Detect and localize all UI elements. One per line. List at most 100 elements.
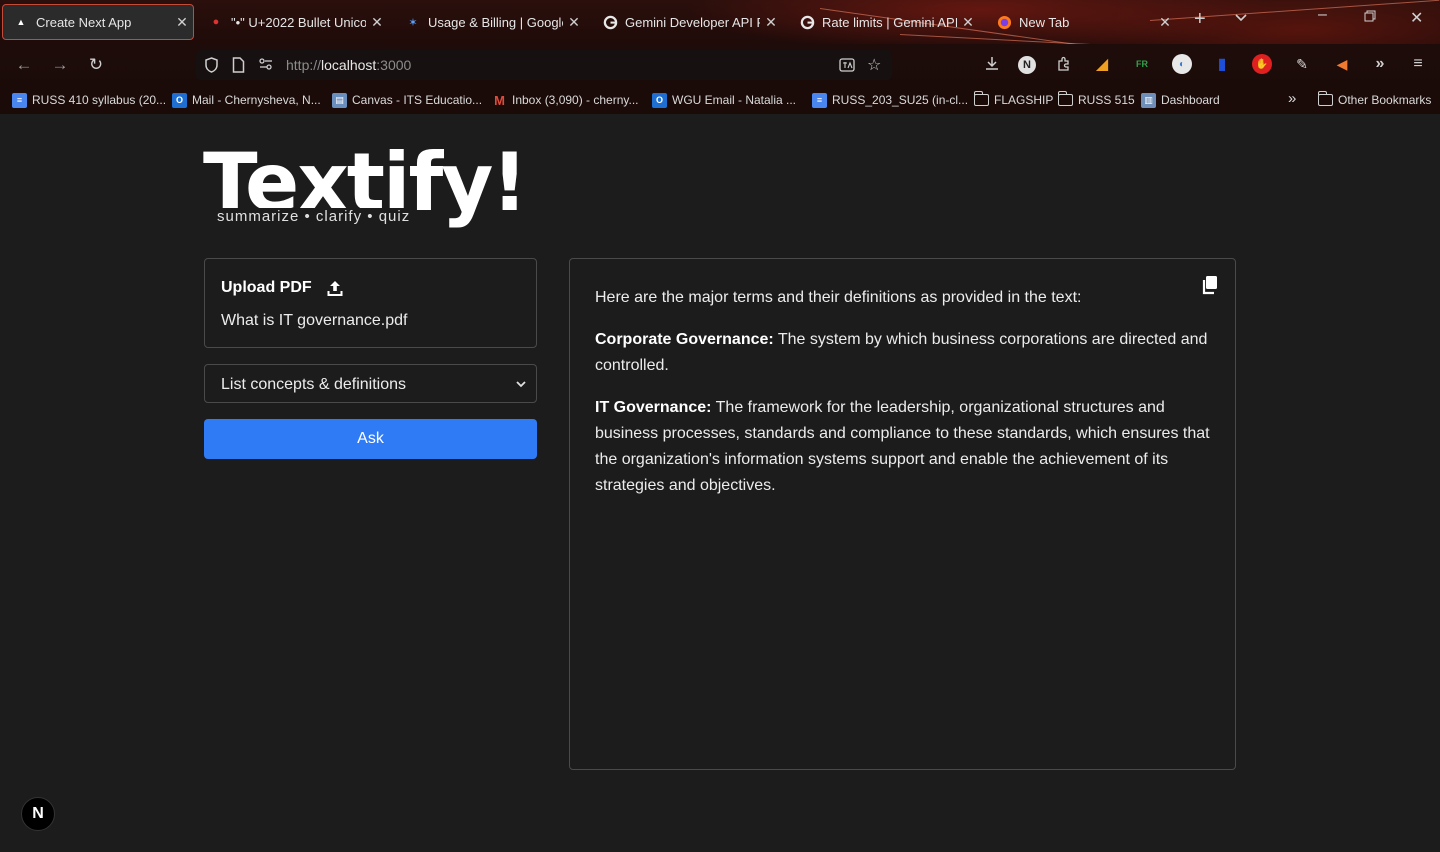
url-text[interactable]: http://localhost:3000 (286, 57, 411, 73)
bookmark-label: WGU Email - Natalia ... (672, 93, 797, 107)
bookmark-label: RUSS 410 syllabus (20... (32, 93, 167, 107)
bookmark-star-icon[interactable]: ☆ (867, 55, 881, 75)
bookmark-label: Mail - Chernysheva, N... (192, 93, 321, 107)
bookmarks-toolbar: ≡ RUSS 410 syllabus (20... O Mail - Cher… (0, 86, 1440, 114)
upload-pdf-button[interactable]: Upload PDF (221, 279, 344, 297)
textify-logo: Textify! summarize • clarify • quiz (203, 140, 528, 230)
bookmark-label: RUSS_203_SU25 (in-cl... (832, 93, 969, 107)
bookmark-canvas[interactable]: ▤ Canvas - ITS Educatio... (332, 91, 482, 109)
output-panel: Here are the major terms and their defin… (569, 258, 1236, 770)
tab-rate-limits[interactable]: Rate limits | Gemini API ✕ (789, 4, 979, 40)
bookmark-extension-icon[interactable]: ▮ (1212, 54, 1232, 74)
stop-extension-icon[interactable]: ✋ (1252, 54, 1272, 74)
close-tab-icon[interactable]: ✕ (563, 14, 585, 31)
tab-title: Usage & Billing | Google A (428, 14, 563, 30)
chevron-down-icon (516, 381, 526, 388)
bookmark-label: Other Bookmarks (1338, 93, 1432, 107)
more-bookmarks-chevron-icon[interactable]: » (1288, 89, 1296, 107)
definition-item: Corporate Governance: The system by whic… (595, 327, 1210, 379)
docs-icon: ≡ (12, 92, 27, 108)
dashboard-icon: ▥ (1141, 92, 1156, 108)
page-icon[interactable] (232, 57, 245, 76)
app-menu-icon[interactable]: ≡ (1408, 54, 1428, 74)
gmail-icon: M (494, 92, 505, 108)
extension-n-icon[interactable]: N (1018, 56, 1036, 74)
close-window-icon[interactable]: ✕ (1410, 8, 1423, 28)
tab-bullet-unicode[interactable]: ● "•" U+2022 Bullet Unicode ✕ (198, 4, 388, 40)
bookmark-label: Inbox (3,090) - cherny... (512, 93, 639, 107)
tab-title: Rate limits | Gemini API (822, 14, 957, 30)
triangle-icon: ▲ (16, 17, 26, 27)
bookmark-label: FLAGSHIP (994, 93, 1054, 107)
tab-create-next-app[interactable]: ▲ Create Next App ✕ (2, 4, 194, 40)
restore-icon[interactable] (1364, 9, 1376, 27)
back-icon[interactable]: ← (14, 55, 34, 75)
download-icon[interactable] (982, 55, 1002, 75)
pen-extension-icon[interactable]: ✎ (1292, 54, 1312, 74)
bookmark-folder-flagship[interactable]: FLAGSHIP (973, 91, 1054, 109)
reload-icon[interactable]: ↻ (86, 55, 106, 75)
close-tab-icon[interactable]: ✕ (366, 14, 388, 31)
firefox-icon (996, 14, 1012, 30)
upload-icon (327, 281, 343, 296)
bookmark-folder-russ515[interactable]: RUSS 515 (1057, 91, 1135, 109)
tab-list-chevron-icon[interactable] (1234, 10, 1248, 29)
url-scheme: http:// (286, 57, 322, 73)
canvas-icon: ▤ (332, 92, 347, 108)
more-extensions-icon[interactable]: » (1370, 54, 1390, 74)
uploaded-file-name: What is IT governance.pdf (221, 312, 408, 329)
new-tab-icon[interactable]: + (1194, 8, 1206, 31)
close-tab-icon[interactable]: ✕ (957, 14, 979, 31)
definition-term: IT Governance: (595, 399, 712, 416)
folder-icon (1057, 91, 1073, 106)
extensions-puzzle-icon[interactable] (1054, 54, 1074, 74)
tab-bar: ▲ Create Next App ✕ ● "•" U+2022 Bullet … (0, 0, 1440, 44)
nextjs-dev-indicator[interactable]: N (21, 797, 55, 831)
bookmark-gmail-inbox[interactable]: M Inbox (3,090) - cherny... (492, 91, 639, 109)
butterfly-icon: ✶ (408, 16, 418, 29)
tab-usage-billing[interactable]: ✶ Usage & Billing | Google A ✕ (395, 4, 585, 40)
docs-icon: ≡ (812, 92, 827, 108)
vpn-shield-icon[interactable]: ◐ (1172, 54, 1192, 74)
url-port: :3000 (376, 57, 412, 73)
logo-tagline: summarize • clarify • quiz (215, 208, 413, 225)
ask-button[interactable]: Ask (204, 419, 537, 459)
tab-title: Gemini Developer API Pri (625, 14, 760, 30)
google-icon (799, 14, 815, 30)
megaphone-extension-icon[interactable]: ◀ (1332, 54, 1352, 74)
folder-icon (1317, 91, 1333, 106)
bookmark-dashboard[interactable]: ▥ Dashboard (1141, 91, 1220, 109)
forward-icon[interactable]: → (50, 55, 70, 75)
bookmark-label: Canvas - ITS Educatio... (352, 93, 483, 107)
tab-new-tab[interactable]: New Tab ✕ (986, 4, 1176, 40)
tab-gemini-pricing[interactable]: Gemini Developer API Pri ✕ (592, 4, 782, 40)
bookmark-label: Dashboard (1161, 93, 1220, 107)
output-content: Here are the major terms and their defin… (595, 285, 1210, 515)
bullet-site-icon: ● (212, 16, 220, 28)
other-bookmarks[interactable]: Other Bookmarks (1317, 91, 1432, 109)
outlook-icon: O (652, 92, 667, 108)
minimize-icon[interactable]: – (1318, 6, 1327, 24)
tab-title: Create Next App (36, 14, 132, 30)
bookmark-russ203[interactable]: ≡ RUSS_203_SU25 (in-cl... (812, 91, 968, 109)
shield-icon[interactable] (204, 57, 219, 76)
url-host: localhost (321, 57, 377, 73)
bookmark-wgu-email[interactable]: O WGU Email - Natalia ... (652, 91, 796, 109)
close-tab-icon[interactable]: ✕ (760, 14, 782, 31)
close-tab-icon[interactable]: ✕ (1154, 14, 1176, 31)
pencil-extension-icon[interactable]: ◢ (1092, 54, 1112, 74)
bookmark-mail-chernysheva[interactable]: O Mail - Chernysheva, N... (172, 91, 321, 109)
tab-title: "•" U+2022 Bullet Unicode (231, 14, 366, 30)
address-bar[interactable]: http://localhost:3000 ☆ (196, 50, 892, 80)
outlook-icon: O (172, 92, 187, 108)
close-tab-icon[interactable]: ✕ (171, 14, 193, 31)
folder-icon (973, 91, 989, 106)
mode-select[interactable]: List concepts & definitions (204, 364, 537, 403)
bookmark-russ410[interactable]: ≡ RUSS 410 syllabus (20... (12, 91, 166, 109)
french-extension-icon[interactable]: FR (1132, 54, 1152, 74)
tab-title: New Tab (1019, 14, 1070, 30)
upload-pdf-label: Upload PDF (221, 279, 312, 296)
upload-pdf-card[interactable]: Upload PDF What is IT governance.pdf (204, 258, 537, 348)
translate-icon[interactable] (839, 57, 855, 76)
permissions-icon[interactable] (258, 57, 274, 74)
